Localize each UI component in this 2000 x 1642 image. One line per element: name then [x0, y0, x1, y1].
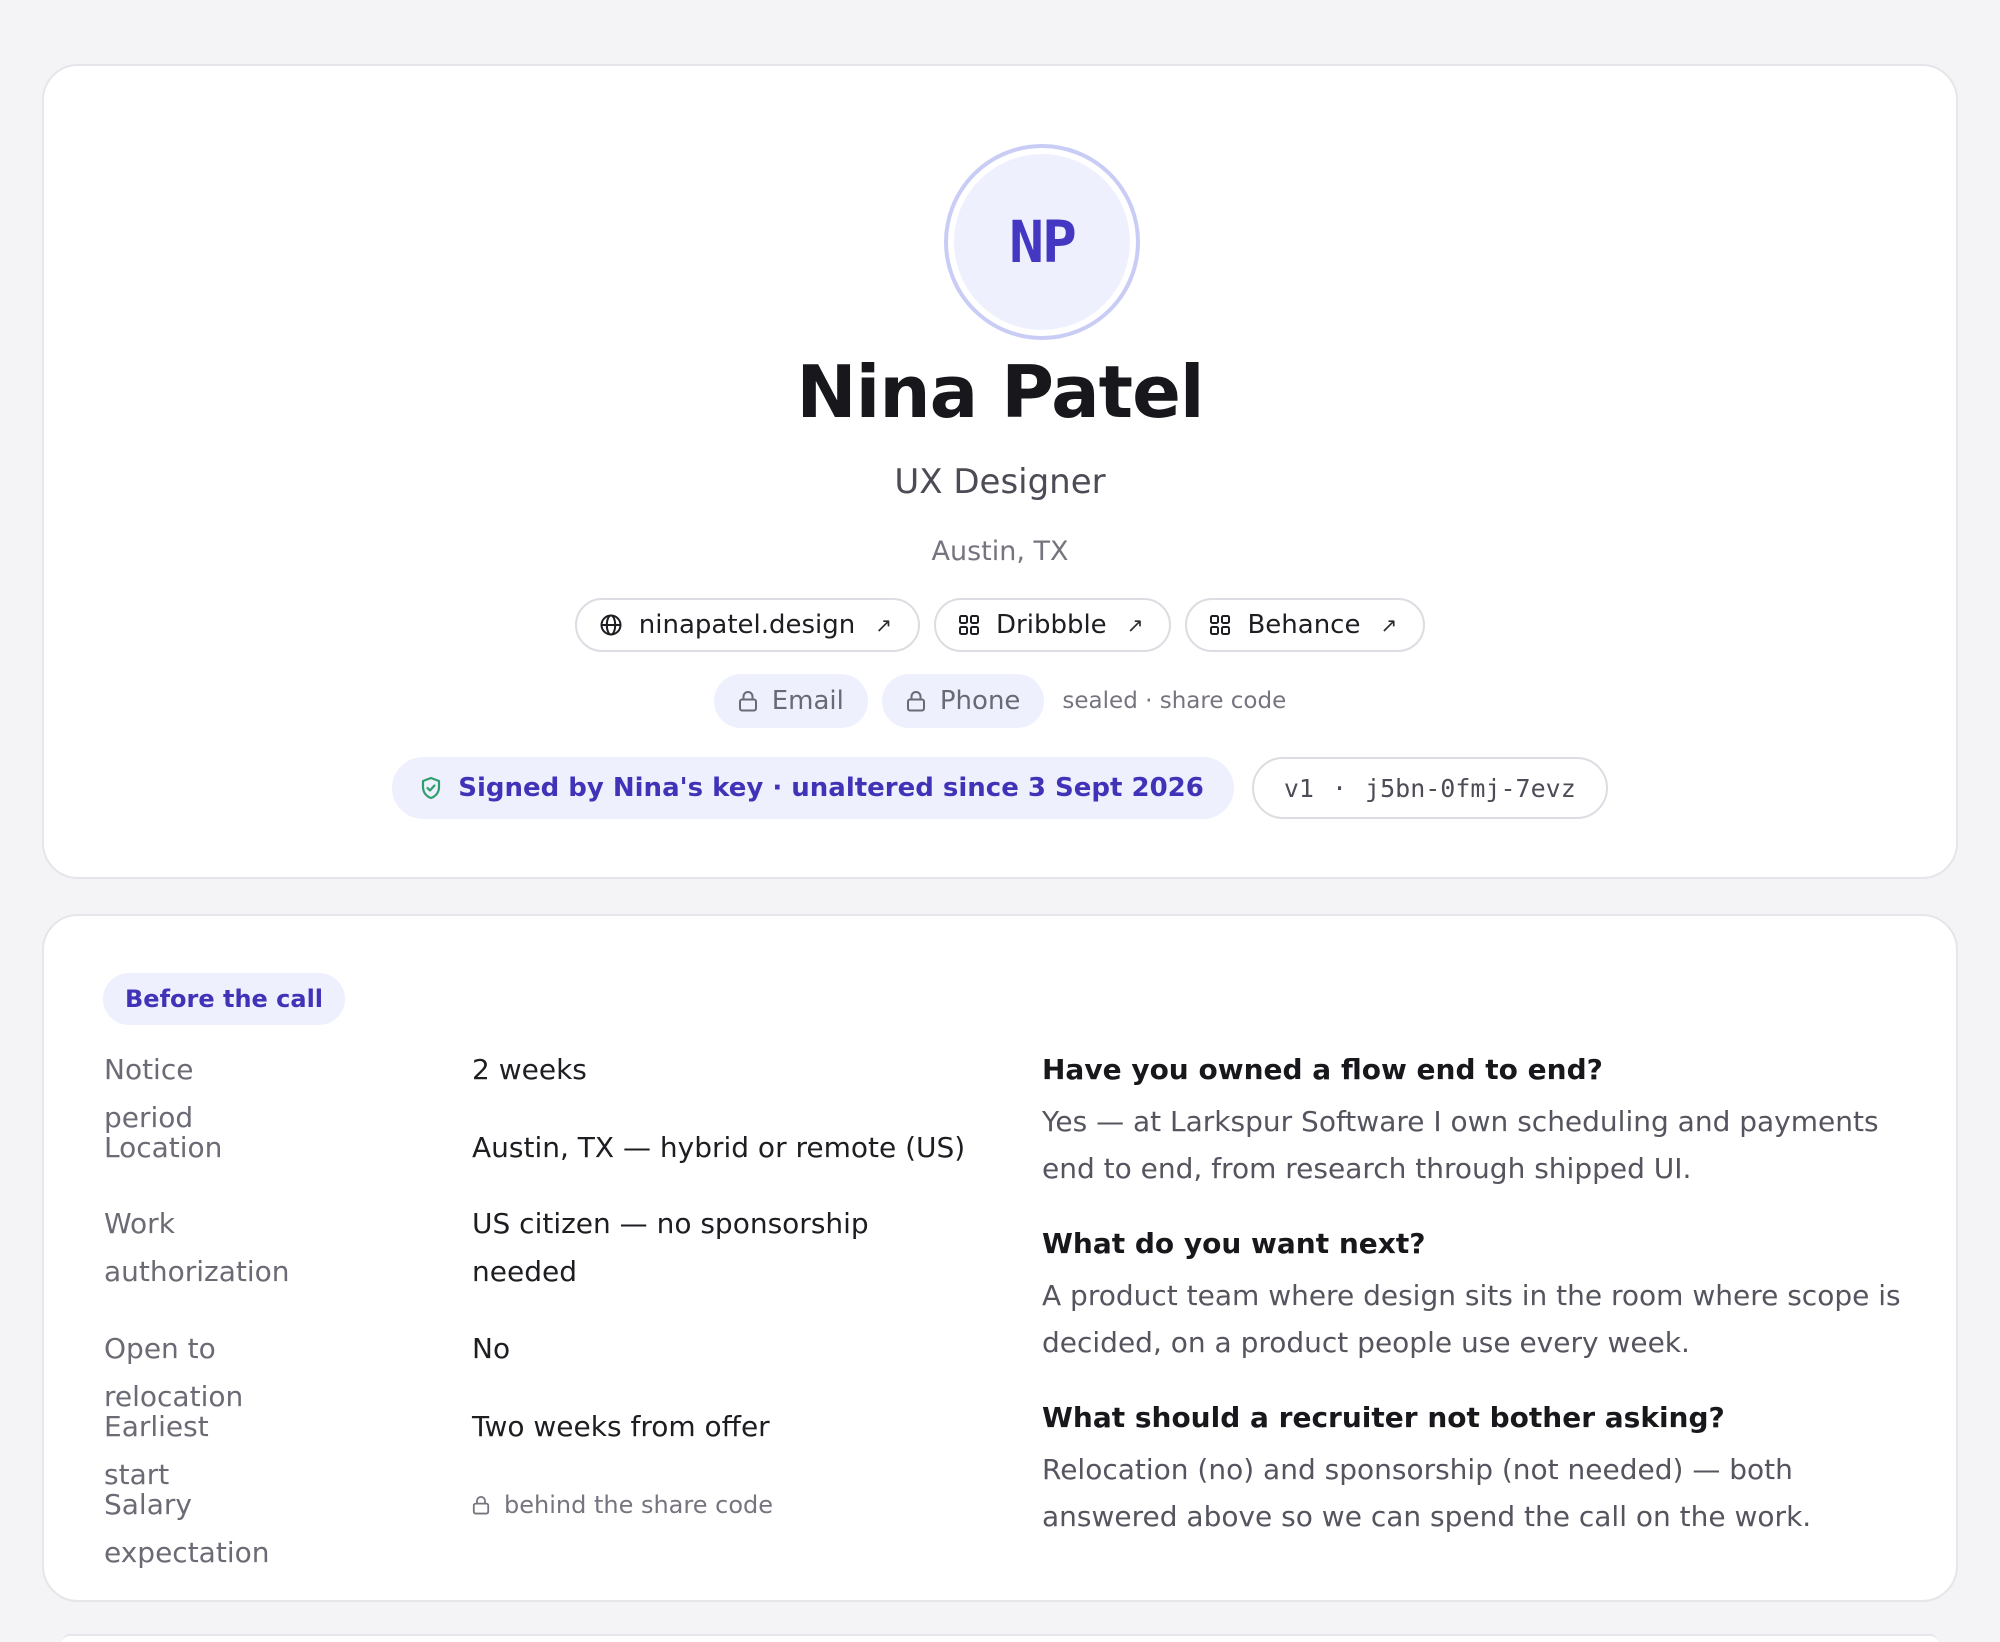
fact-label: Work authorization [104, 1207, 290, 1288]
next-card-edge [62, 1634, 1938, 1642]
share-code: j5bn-0fmj-7evz [1365, 773, 1576, 803]
lock-icon [472, 1495, 490, 1515]
lock-icon [738, 690, 758, 712]
phone-label: Phone [939, 686, 1021, 716]
profile-links: ninapatel.design ↗ Dribbble ↗ Behance ↗ [44, 598, 1956, 652]
grid-icon [958, 614, 980, 636]
details-card: Before the call Notice period 2 weeks Lo… [42, 914, 1958, 1602]
external-link-icon: ↗ [875, 613, 893, 637]
locked-text: behind the share code [504, 1491, 774, 1519]
version-code-button[interactable]: v1 · j5bn-0fmj-7evz [1251, 757, 1608, 819]
profile-card: NP Nina Patel UX Designer Austin, TX nin… [42, 64, 1958, 879]
qa-answer: Relocation (no) and sponsorship (not nee… [1042, 1453, 1812, 1533]
signature-badge: Signed by Nina's key · unaltered since 3… [392, 757, 1234, 819]
qa-question: What should a recruiter not bother askin… [1042, 1401, 1725, 1434]
qa-answer: A product team where design sits in the … [1042, 1279, 1901, 1359]
verification-row: Signed by Nina's key · unaltered since 3… [44, 757, 1956, 819]
fact-value: No [472, 1332, 511, 1365]
external-link-icon: ↗ [1380, 613, 1398, 637]
link-behance[interactable]: Behance ↗ [1185, 598, 1426, 652]
grid-icon [1209, 614, 1231, 636]
signature-text: Signed by Nina's key · unaltered since 3… [458, 773, 1204, 803]
lock-icon [906, 690, 926, 712]
profile-location: Austin, TX [931, 536, 1069, 567]
email-sealed-button[interactable]: Email [713, 674, 868, 728]
fact-label: Location [104, 1131, 223, 1164]
email-label: Email [771, 686, 844, 716]
globe-icon [599, 613, 623, 637]
profile-role: UX Designer [894, 462, 1106, 502]
qa-item: What do you want next? A product team wh… [1042, 1220, 1922, 1366]
fact-value-locked[interactable]: behind the share code [472, 1481, 972, 1529]
fact-value: 2 weeks [472, 1053, 587, 1086]
qa-item: Have you owned a flow end to end? Yes — … [1042, 1046, 1922, 1192]
qa-question: Have you owned a flow end to end? [1042, 1053, 1603, 1086]
link-dribbble[interactable]: Dribbble ↗ [934, 598, 1172, 652]
phone-sealed-button[interactable]: Phone [881, 674, 1045, 728]
qa-question: What do you want next? [1042, 1227, 1426, 1260]
shield-check-icon [420, 776, 442, 800]
sealed-note: sealed · share code [1062, 688, 1287, 714]
avatar-initials: NP [1009, 208, 1077, 276]
link-website[interactable]: ninapatel.design ↗ [574, 598, 921, 652]
fact-value: Two weeks from offer [472, 1410, 770, 1443]
profile-name: Nina Patel [796, 350, 1204, 434]
external-link-icon: ↗ [1126, 613, 1144, 637]
fact-value: US citizen — no sponsorship needed [472, 1207, 869, 1288]
avatar: NP [944, 144, 1140, 340]
version-separator: · [1331, 773, 1348, 803]
link-label: ninapatel.design [638, 610, 856, 640]
fact-value: Austin, TX — hybrid or remote (US) [472, 1131, 966, 1164]
qa-answer: Yes — at Larkspur Software I own schedul… [1042, 1105, 1879, 1185]
version-label: v1 [1283, 773, 1314, 803]
section-badge: Before the call [103, 973, 346, 1025]
fact-label: Salary expectation [104, 1488, 270, 1569]
qa-item: What should a recruiter not bother askin… [1042, 1394, 1922, 1540]
contact-row: Email Phone sealed · share code [44, 674, 1956, 728]
link-label: Behance [1247, 610, 1361, 640]
link-label: Dribbble [996, 610, 1107, 640]
